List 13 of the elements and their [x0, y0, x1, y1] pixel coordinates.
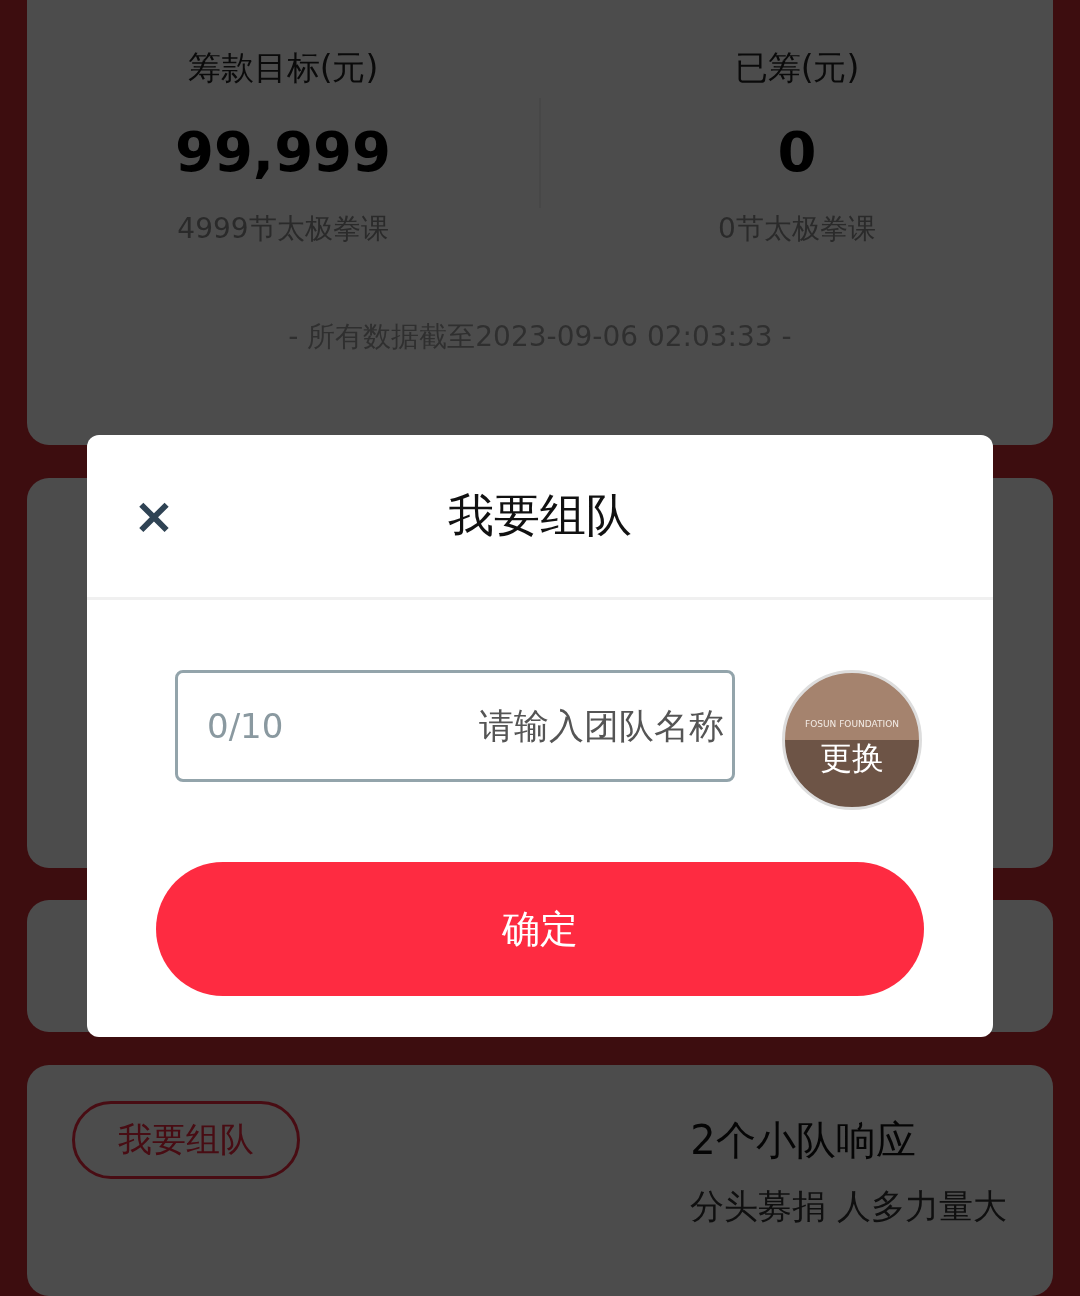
avatar-brand-text: FOSUN FOUNDATION [805, 719, 899, 729]
team-count-title: 2个小队响应 [690, 1116, 917, 1165]
change-label: 更换 [820, 738, 884, 779]
avatar-change-button[interactable]: FOSUN FOUNDATION 更换 [782, 670, 922, 810]
close-button[interactable]: × [129, 491, 179, 541]
stat-value: 99,999 [174, 119, 392, 184]
stat-value: 0 [777, 119, 817, 184]
stat-label: 筹款目标(元) [187, 47, 379, 89]
dialog-title: 我要组队 [448, 487, 632, 544]
team-slogan: 分头募捐 人多力量大 [690, 1185, 1007, 1228]
confirm-button[interactable]: 确定 [156, 862, 924, 996]
char-count: 0/10 [207, 706, 284, 746]
stat-label: 已筹(元) [734, 47, 860, 89]
